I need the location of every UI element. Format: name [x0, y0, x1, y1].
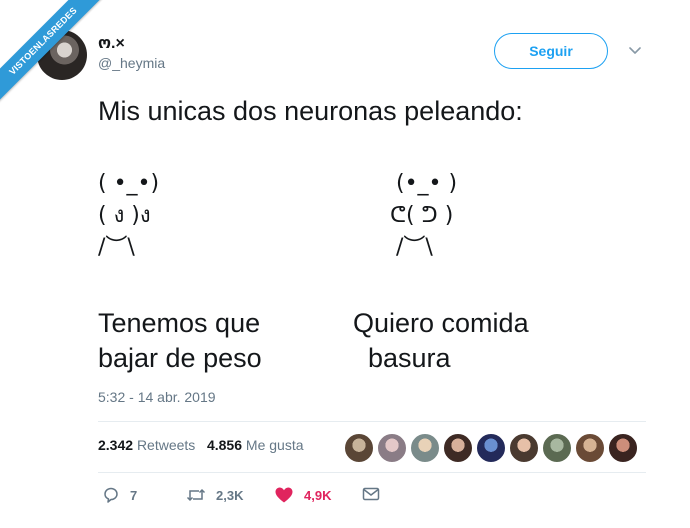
left-figure-legs: /︶\: [98, 235, 135, 260]
right-caption: Quiero comida basura: [353, 308, 529, 373]
tweet-text: Mis unicas dos neuronas peleando:: [98, 96, 523, 126]
retweets-label[interactable]: Retweets: [137, 437, 195, 453]
right-figure-arms: ᕦ( ᕤ ): [390, 203, 454, 228]
likes-count[interactable]: 4.856: [207, 437, 242, 453]
liker-avatar[interactable]: [608, 433, 638, 463]
liker-avatar[interactable]: [377, 433, 407, 463]
liker-avatar[interactable]: [443, 433, 473, 463]
likes-label[interactable]: Me gusta: [246, 437, 304, 453]
retweet-count: 2,3K: [216, 487, 244, 503]
retweets-count[interactable]: 2.342: [98, 437, 133, 453]
divider-bottom: [98, 472, 646, 473]
reply-icon[interactable]: [102, 486, 120, 504]
follow-button[interactable]: Seguir: [494, 33, 608, 69]
right-figure-head: (•_• ): [396, 171, 458, 196]
reply-count: 7: [130, 487, 138, 503]
reply-action[interactable]: 7: [102, 486, 137, 504]
left-figure-head: ( •_•): [98, 171, 160, 196]
left-caption: Tenemos que bajar de peso: [98, 308, 262, 373]
liker-avatar[interactable]: [542, 433, 572, 463]
heart-icon[interactable]: [274, 486, 294, 504]
retweet-icon[interactable]: [186, 486, 206, 504]
watermark-ribbon: VISTOENLASREDES: [0, 0, 120, 120]
like-count: 4,9K: [304, 487, 332, 503]
divider-top: [98, 421, 646, 422]
message-action[interactable]: [362, 486, 380, 502]
chevron-down-icon[interactable]: [628, 44, 642, 58]
tweet-card: VISTOENLASREDES ო.× @_heymia Seguir Mis …: [0, 0, 690, 528]
retweet-action[interactable]: 2,3K: [186, 486, 243, 504]
like-action[interactable]: 4,9K: [274, 486, 331, 504]
liker-avatar[interactable]: [410, 433, 440, 463]
envelope-icon[interactable]: [362, 486, 380, 502]
watermark-text: VISTOENLASREDES: [0, 0, 111, 109]
liker-avatar[interactable]: [575, 433, 605, 463]
liker-avatar[interactable]: [509, 433, 539, 463]
left-figure-arms: ( ง )ง: [98, 203, 151, 228]
liker-avatar[interactable]: [344, 433, 374, 463]
stats-row: 2.342 Retweets 4.856 Me gusta: [98, 437, 304, 453]
timestamp[interactable]: 5:32 - 14 abr. 2019: [98, 389, 216, 405]
right-figure-legs: /︶\: [396, 235, 433, 260]
liker-avatar[interactable]: [476, 433, 506, 463]
